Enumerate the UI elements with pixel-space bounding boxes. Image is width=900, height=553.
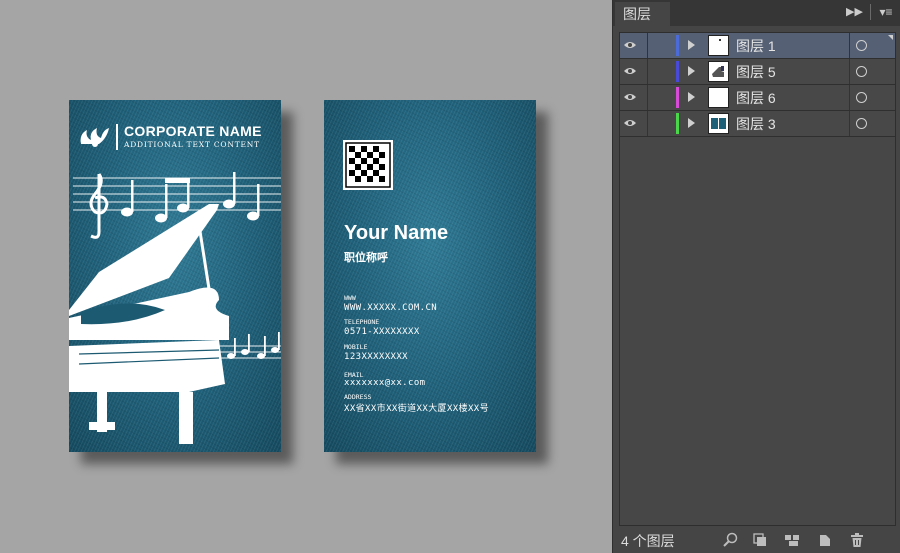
qr-code — [343, 140, 393, 190]
tab-bar-separator — [870, 4, 871, 20]
contact-label-telephone: TELEPHONE — [344, 318, 380, 326]
expand-triangle-icon[interactable] — [688, 118, 695, 128]
card-job-title: 职位称呼 — [344, 252, 388, 264]
layer-row[interactable]: 图层 5 — [620, 59, 895, 85]
contact-value-www: WWW.XXXXX.COM.CN — [344, 303, 438, 313]
expand-triangle-icon[interactable] — [688, 40, 695, 50]
layer-name[interactable]: 图层 3 — [736, 114, 776, 134]
new-layer-icon[interactable] — [817, 532, 833, 548]
layer-name[interactable]: 图层 1 — [736, 36, 776, 56]
column-divider — [849, 33, 850, 58]
layer-thumbnail — [708, 113, 729, 134]
target-circle-icon[interactable] — [856, 40, 867, 51]
locate-object-icon[interactable] — [723, 532, 739, 548]
layers-list[interactable]: 图层 1 图层 5 图层 6 图层 3 — [619, 32, 896, 526]
layer-thumbnail — [708, 35, 729, 56]
lock-toggle[interactable] — [648, 85, 670, 110]
collapse-panel-icon[interactable]: ▶▶ — [846, 4, 863, 20]
layer-color-bar — [676, 35, 679, 56]
contact-label-address: ADDRESS — [344, 393, 372, 401]
visibility-eye-icon[interactable] — [624, 40, 636, 50]
clipping-mask-icon[interactable] — [752, 532, 768, 548]
layer-color-bar — [676, 87, 679, 108]
contact-value-email: xxxxxxx@xx.com — [344, 378, 426, 388]
panel-footer: 4 个图层 — [613, 527, 900, 553]
company-logo-icon — [80, 128, 109, 147]
treble-clef-icon — [89, 173, 109, 239]
visibility-eye-icon[interactable] — [624, 118, 636, 128]
lock-toggle[interactable] — [648, 111, 670, 136]
layer-thumbnail — [708, 87, 729, 108]
lock-toggle[interactable] — [648, 33, 670, 58]
layer-row[interactable]: 图层 3 — [620, 111, 895, 137]
layer-color-bar — [676, 61, 679, 82]
column-divider — [849, 59, 850, 84]
column-divider — [849, 111, 850, 136]
business-card-back[interactable]: Your Name 职位称呼 WWW WWW.XXXXX.COM.CN TELE… — [324, 100, 536, 452]
piano-illustration — [69, 172, 281, 444]
column-divider — [849, 85, 850, 110]
target-circle-icon[interactable] — [856, 92, 867, 103]
lock-toggle[interactable] — [648, 59, 670, 84]
layer-row[interactable]: 图层 1 — [620, 33, 895, 59]
expand-triangle-icon[interactable] — [688, 92, 695, 102]
visibility-eye-icon[interactable] — [624, 66, 636, 76]
delete-layer-icon[interactable] — [849, 532, 865, 548]
expand-triangle-icon[interactable] — [688, 66, 695, 76]
artboard-canvas[interactable]: CORPORATE NAME ADDITIONAL TEXT CONTENT Y… — [0, 0, 612, 553]
layer-name[interactable]: 图层 6 — [736, 88, 776, 108]
target-circle-icon[interactable] — [856, 66, 867, 77]
target-circle-icon[interactable] — [856, 118, 867, 129]
contact-value-mobile: 123XXXXXXXX — [344, 352, 409, 362]
logo-divider — [116, 124, 118, 150]
panel-tab-bar: 图层 ▶▶ ▾≡ — [613, 0, 900, 26]
layer-row[interactable]: 图层 6 — [620, 85, 895, 111]
contact-value-telephone: 0571-XXXXXXXX — [344, 327, 420, 337]
layer-thumbnail — [708, 61, 729, 82]
tab-layers[interactable]: 图层 — [615, 2, 670, 26]
new-sublayer-icon[interactable] — [784, 532, 800, 548]
contact-label-www: WWW — [344, 294, 356, 302]
layer-name[interactable]: 图层 5 — [736, 62, 776, 82]
business-card-front[interactable]: CORPORATE NAME ADDITIONAL TEXT CONTENT — [69, 100, 281, 452]
panel-menu-icon[interactable]: ▾≡ — [876, 4, 896, 20]
contact-label-mobile: MOBILE — [344, 343, 368, 351]
visibility-eye-icon[interactable] — [624, 92, 636, 102]
contact-value-address: XX省XX市XX街道XX大厦XX楼XX号 — [344, 404, 490, 414]
card-person-name: Your Name — [344, 222, 449, 244]
layer-color-bar — [676, 113, 679, 134]
layer-count: 4 个图层 — [621, 533, 675, 549]
selection-corner-icon — [888, 35, 893, 40]
layers-panel: 图层 ▶▶ ▾≡ 图层 1 图层 5 图层 6 图层 3 4 个图层 — [612, 0, 900, 553]
corporate-name: CORPORATE NAME — [124, 123, 262, 139]
additional-text: ADDITIONAL TEXT CONTENT — [124, 140, 260, 149]
